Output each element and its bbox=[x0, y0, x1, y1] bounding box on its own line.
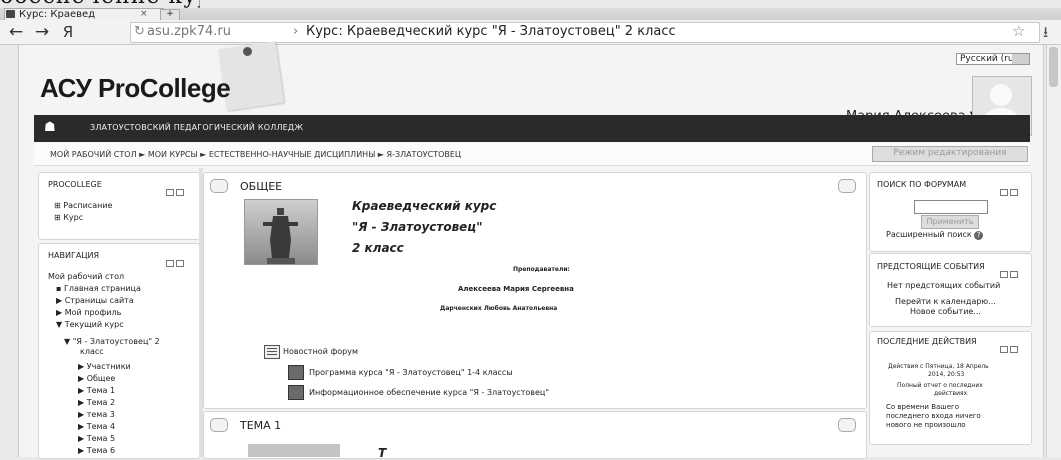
help-icon[interactable]: ? bbox=[974, 231, 984, 240]
download-icon[interactable]: ⭳ bbox=[1043, 22, 1048, 47]
url-page-title: Курс: Краеведческий курс "Я - Златоустов… bbox=[306, 24, 676, 39]
resource-program-link[interactable]: Программа курса "Я - Златоустовец" 1-4 к… bbox=[309, 368, 513, 378]
activity-since-text: Действия с Пятница, 18 Апрель bbox=[888, 363, 989, 370]
scrollbar-thumb[interactable] bbox=[1049, 47, 1058, 87]
scrollbar[interactable] bbox=[1046, 45, 1061, 457]
nav-topic-1[interactable]: ▶ Тема 1 bbox=[78, 386, 115, 396]
section-complete-toggle[interactable] bbox=[838, 179, 856, 193]
events-title: ПРЕДСТОЯЩИЕ СОБЫТИЯ bbox=[877, 262, 985, 271]
section-topic1-title: ТЕМА 1 bbox=[240, 419, 282, 432]
block-controls-icon[interactable] bbox=[1000, 181, 1022, 196]
teacher-1: Алексеева Мария Сергеевна bbox=[458, 285, 574, 293]
monument-figure-icon bbox=[263, 208, 298, 264]
edit-mode-button[interactable]: Режим редактирования bbox=[872, 146, 1028, 162]
procollege-title: PROCOLLEGE bbox=[48, 180, 102, 189]
news-forum-link[interactable]: Новостной форум bbox=[283, 347, 358, 357]
nav-my-dashboard[interactable]: Мой рабочий стол bbox=[48, 272, 124, 282]
chevron-down-icon[interactable] bbox=[1012, 54, 1029, 64]
resource-icon bbox=[288, 365, 304, 380]
site-logo[interactable]: АСУ ProCollege bbox=[40, 73, 231, 104]
bookmark-star-icon[interactable]: ☆ bbox=[1012, 22, 1025, 40]
section-complete-toggle[interactable] bbox=[838, 418, 856, 432]
no-events-text: Нет предстоящих событий bbox=[887, 281, 1001, 290]
activity-title: ПОСЛЕДНИЕ ДЕЙСТВИЯ bbox=[877, 337, 977, 346]
block-controls-icon[interactable] bbox=[166, 252, 188, 267]
teacher-2: Дарченских Любовь Анатольевна bbox=[440, 305, 558, 312]
nav-general[interactable]: ▶ Общее bbox=[78, 374, 115, 384]
breadcrumb[interactable]: МОЙ РАБОЧИЙ СТОЛ ► МОИ КУРСЫ ► ЕСТЕСТВЕН… bbox=[50, 150, 461, 160]
sidebar-item-course[interactable]: ⊞ Курс bbox=[54, 213, 83, 223]
section-toggle[interactable] bbox=[210, 179, 228, 193]
nav-topic-3[interactable]: ▶ тема 3 bbox=[78, 410, 115, 420]
nav-course-name[interactable]: ▼ "Я - Златоустовец" 2 bbox=[64, 337, 160, 347]
block-controls-icon[interactable] bbox=[1000, 338, 1022, 353]
advanced-search-link[interactable]: Расширенный поиск ? bbox=[886, 230, 984, 240]
course-line-2: "Я - Златоустовец" bbox=[352, 220, 483, 234]
forward-arrow-icon[interactable]: → bbox=[32, 22, 52, 42]
home-icon[interactable]: ☗ bbox=[44, 120, 56, 136]
college-link[interactable]: ЗЛАТОУСТОВСКИЙ ПЕДАГОГИЧЕСКИЙ КОЛЛЕДЖ bbox=[90, 123, 303, 133]
nav-course-name-cont[interactable]: класс bbox=[80, 347, 104, 357]
url-domain: asu.zpk74.ru bbox=[147, 24, 231, 39]
nav-topic-4[interactable]: ▶ Тема 4 bbox=[78, 422, 115, 432]
new-event-link[interactable]: Новое событие... bbox=[910, 307, 981, 317]
nav-topic-6[interactable]: ▶ Тема 6 bbox=[78, 446, 115, 456]
block-controls-icon[interactable] bbox=[166, 181, 188, 196]
forum-search-button[interactable]: Применить bbox=[921, 215, 979, 229]
activity-since-date: 2014, 20:53 bbox=[928, 371, 965, 378]
forum-search-input[interactable] bbox=[914, 200, 988, 214]
nav-topic-5[interactable]: ▶ Тема 5 bbox=[78, 434, 115, 444]
block-controls-icon[interactable] bbox=[1000, 263, 1022, 278]
topic-image bbox=[248, 444, 340, 457]
nav-home-page[interactable]: ▪ Главная страница bbox=[56, 284, 141, 294]
navigation-title: НАВИГАЦИЯ bbox=[48, 251, 100, 260]
resource-icon bbox=[288, 385, 304, 400]
monument-photo bbox=[244, 199, 318, 265]
reload-icon[interactable]: ↻ bbox=[134, 23, 145, 40]
nav-participants[interactable]: ▶ Участники bbox=[78, 362, 131, 372]
course-line-1: Краеведческий курс bbox=[352, 199, 497, 213]
forum-search-title: ПОИСК ПО ФОРУМАМ bbox=[877, 180, 967, 189]
pin-icon bbox=[243, 47, 252, 56]
section-toggle[interactable] bbox=[210, 418, 228, 432]
resource-info-link[interactable]: Информационное обеспечение курса "Я - Зл… bbox=[309, 388, 549, 398]
nav-current-course[interactable]: ▼ Текущий курс bbox=[56, 320, 124, 330]
yandex-icon[interactable]: Я bbox=[58, 22, 78, 42]
page-favicon-icon bbox=[6, 10, 15, 18]
nav-my-profile[interactable]: ▶ Мой профиль bbox=[56, 308, 121, 318]
close-tab-icon[interactable]: × bbox=[140, 9, 148, 19]
teachers-label: Преподаватели: bbox=[513, 266, 570, 273]
avatar-head-icon bbox=[990, 84, 1012, 106]
section-general-title: ОБЩЕЕ bbox=[240, 180, 283, 193]
topic1-heading: Т bbox=[378, 446, 387, 460]
full-report-link[interactable]: Полный отчет о последних bbox=[897, 382, 983, 390]
activity-message-1: Со времени Вашего bbox=[886, 403, 959, 411]
activity-message-3: нового не произошло bbox=[886, 421, 966, 429]
course-line-3: 2 класс bbox=[352, 241, 404, 255]
nav-topic-2[interactable]: ▶ Тема 2 bbox=[78, 398, 115, 408]
forum-icon bbox=[264, 345, 280, 359]
calendar-link[interactable]: Перейти к календарю... bbox=[895, 297, 996, 307]
sidebar-item-schedule[interactable]: ⊞ Расписание bbox=[54, 201, 112, 211]
document-fragment-text: обеспечение курса. bbox=[0, 0, 200, 8]
activity-message-2: последнего входа ничего bbox=[886, 412, 981, 420]
nav-site-pages[interactable]: ▶ Страницы сайта bbox=[56, 296, 134, 306]
url-separator: › bbox=[293, 24, 299, 39]
back-arrow-icon[interactable]: ← bbox=[6, 22, 26, 42]
full-report-link-cont[interactable]: действиях bbox=[934, 390, 967, 398]
